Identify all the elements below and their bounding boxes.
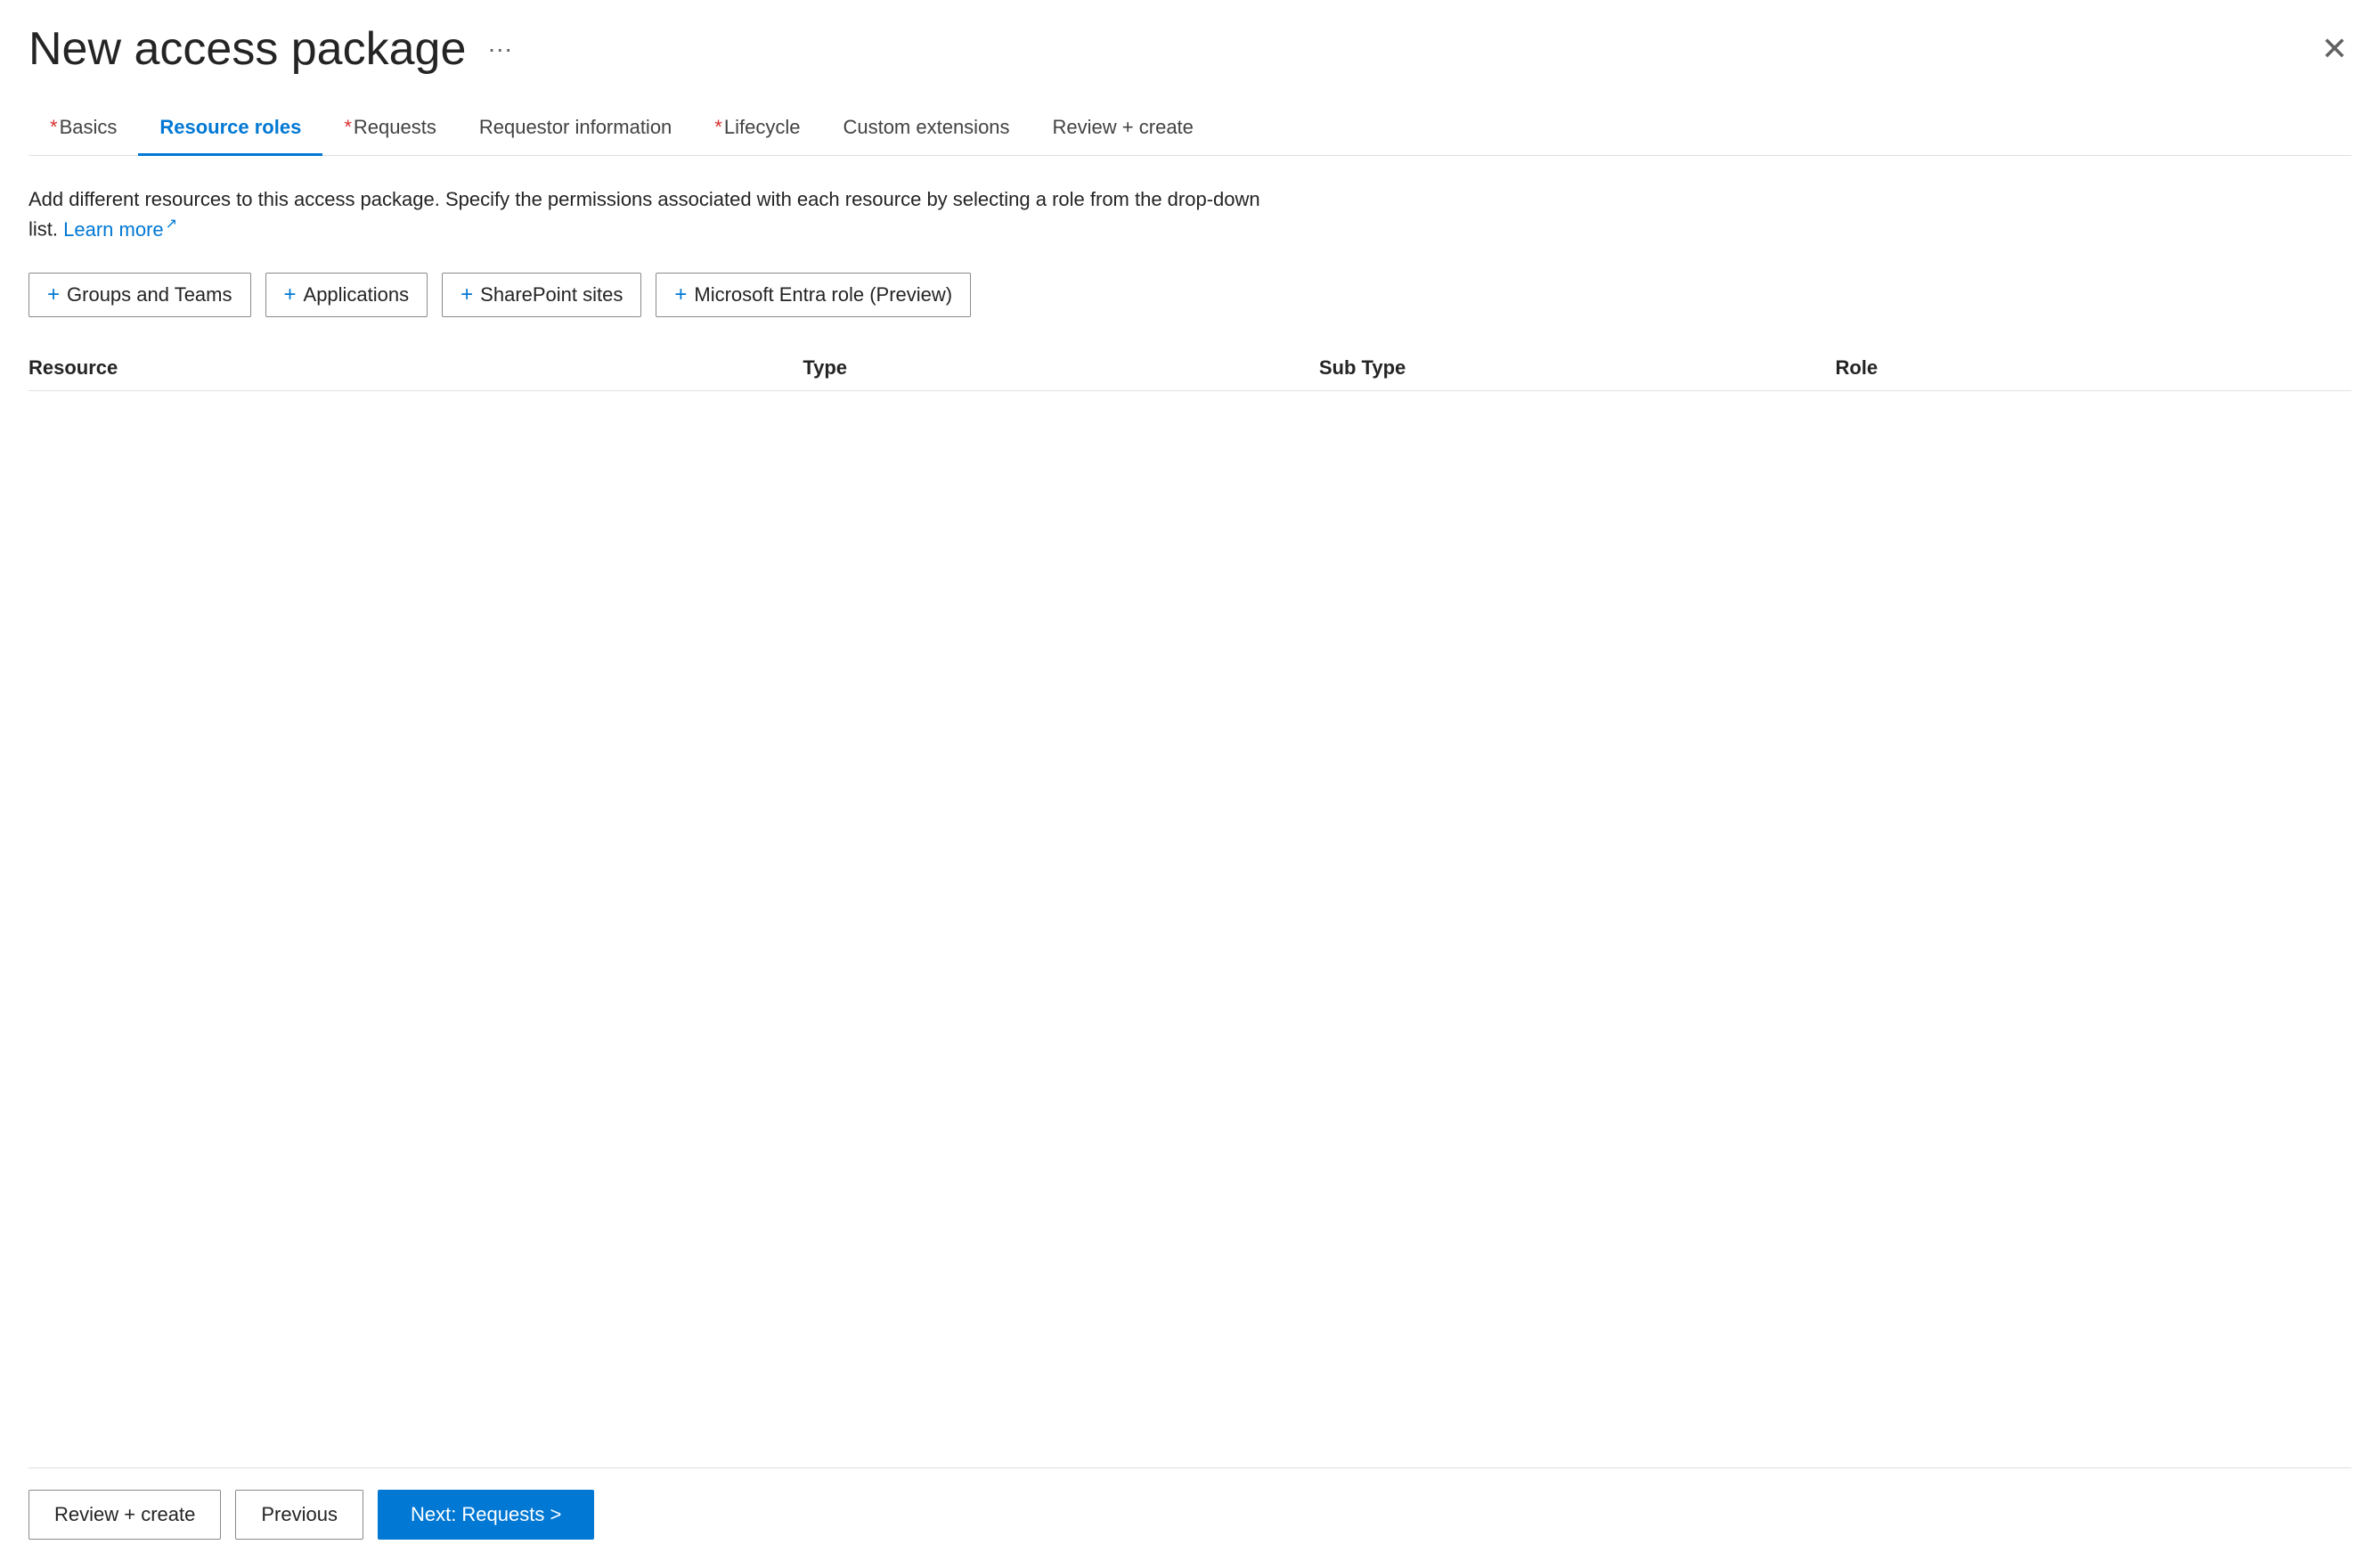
required-star-lifecycle: * <box>714 116 722 138</box>
table-body <box>29 391 2351 1104</box>
tab-requests[interactable]: *Requests <box>322 102 458 156</box>
description-text: Add different resources to this access p… <box>29 184 1276 243</box>
tab-review-create[interactable]: Review + create <box>1031 102 1215 156</box>
tab-requestor-information[interactable]: Requestor information <box>458 102 693 156</box>
external-link-icon: ↗ <box>166 217 177 232</box>
close-button[interactable]: ✕ <box>2318 29 2351 69</box>
tab-resource-roles[interactable]: Resource roles <box>138 102 322 156</box>
more-options-button[interactable]: ··· <box>480 31 519 67</box>
add-sharepoint-sites-button[interactable]: + SharePoint sites <box>442 273 641 317</box>
plus-icon-applications: + <box>284 282 297 307</box>
table-container: Resource Type Sub Type Role <box>29 346 2351 1467</box>
required-star-basics: * <box>50 116 58 138</box>
action-buttons-row: + Groups and Teams + Applications + Shar… <box>29 273 2351 317</box>
page-container: New access package ··· ✕ *Basics Resourc… <box>0 0 2380 1561</box>
plus-icon-groups: + <box>47 282 60 307</box>
footer-bar: Review + create Previous Next: Requests … <box>29 1467 2351 1561</box>
column-header-role: Role <box>1835 356 2351 380</box>
header-left: New access package ··· <box>29 21 519 77</box>
column-header-type: Type <box>803 356 1319 380</box>
column-header-sub-type: Sub Type <box>1319 356 1836 380</box>
plus-icon-entra: + <box>674 282 687 307</box>
header-row: New access package ··· ✕ <box>29 21 2351 77</box>
learn-more-link[interactable]: Learn more↗ <box>63 218 177 241</box>
tabs-container: *Basics Resource roles *Requests Request… <box>29 102 2351 156</box>
review-create-button[interactable]: Review + create <box>29 1490 221 1540</box>
add-entra-role-button[interactable]: + Microsoft Entra role (Preview) <box>656 273 971 317</box>
next-requests-button[interactable]: Next: Requests > <box>378 1490 594 1540</box>
page-title: New access package <box>29 21 466 77</box>
column-header-resource: Resource <box>29 356 803 380</box>
add-applications-button[interactable]: + Applications <box>265 273 428 317</box>
tab-lifecycle[interactable]: *Lifecycle <box>693 102 821 156</box>
previous-button[interactable]: Previous <box>235 1490 363 1540</box>
required-star-requests: * <box>344 116 352 138</box>
table-header: Resource Type Sub Type Role <box>29 346 2351 391</box>
tab-custom-extensions[interactable]: Custom extensions <box>821 102 1031 156</box>
add-groups-teams-button[interactable]: + Groups and Teams <box>29 273 251 317</box>
plus-icon-sharepoint: + <box>461 282 473 307</box>
tab-basics[interactable]: *Basics <box>29 102 138 156</box>
